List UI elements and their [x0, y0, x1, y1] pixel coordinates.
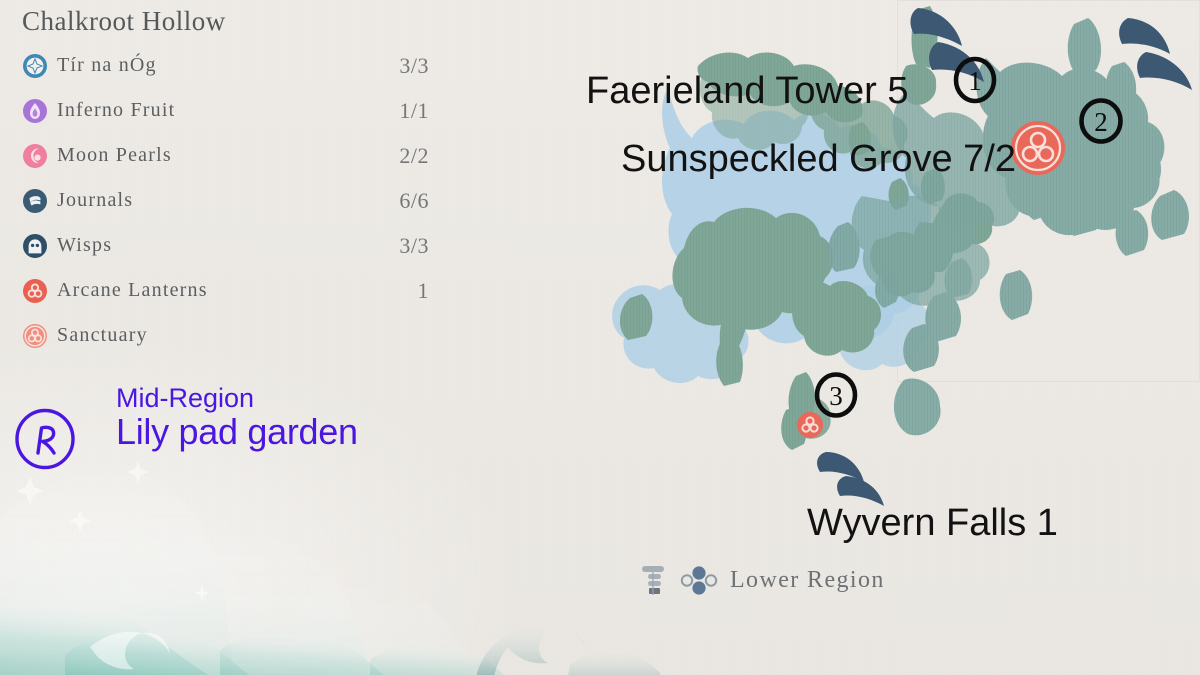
- annotation-line-2: Lily pad garden: [116, 410, 358, 452]
- list-item-count: 2/2: [399, 142, 429, 168]
- map-legend: Lower Region: [640, 563, 885, 597]
- screen-root: Chalkroot Hollow Tír na nÓg 3/3 Inferno …: [0, 0, 1200, 675]
- map-label-wyvern-falls: Wyvern Falls 1: [807, 502, 1058, 544]
- list-item[interactable]: Moon Pearls 2/2: [18, 133, 438, 178]
- annotation-line-1: Mid-Region: [116, 383, 255, 413]
- marker-number: 1: [968, 66, 982, 96]
- list-item-count: 6/6: [399, 187, 429, 213]
- list-item-count: 3/3: [399, 232, 429, 258]
- list-item-label: Journals: [57, 189, 134, 211]
- map-legend-label: Lower Region: [730, 566, 885, 593]
- circled-number-marker-3: 3: [814, 372, 858, 418]
- list-item[interactable]: Arcane Lanterns 1: [18, 268, 438, 313]
- list-item-label: Sanctuary: [57, 324, 148, 346]
- list-item-count: 1/1: [399, 97, 429, 123]
- sanctuary-marker-right: [1011, 121, 1065, 175]
- inferno-fruit-icon: [23, 98, 47, 123]
- list-item-count: 3/3: [399, 52, 429, 78]
- list-item[interactable]: Sanctuary: [18, 313, 438, 358]
- wave-decoration: [0, 461, 660, 675]
- list-item-label: Arcane Lanterns: [57, 279, 208, 301]
- wisps-icon: [23, 233, 47, 258]
- list-item[interactable]: Journals 6/6: [18, 178, 438, 223]
- page-title: Chalkroot Hollow: [22, 6, 226, 36]
- tir-na-nog-icon: [23, 53, 47, 78]
- circled-number-marker-1: 1: [953, 56, 997, 104]
- list-item-label: Wisps: [57, 234, 113, 256]
- list-item-count: 1: [417, 277, 429, 303]
- sanctuary-icon: [23, 323, 47, 348]
- marker-number: 3: [829, 381, 843, 411]
- marker-number: 2: [1094, 107, 1108, 137]
- moon-pearls-icon: [23, 143, 47, 168]
- arcane-lanterns-icon: [23, 278, 47, 303]
- stairs-icon: [642, 566, 664, 595]
- circled-number-marker-2: 2: [1079, 98, 1123, 144]
- annotation-badge-r: [15, 408, 75, 470]
- map-label-sunspeckled-grove: Sunspeckled Grove 7/2: [621, 138, 1017, 180]
- list-item[interactable]: Inferno Fruit 1/1: [18, 88, 438, 133]
- list-item[interactable]: Tír na nÓg 3/3: [18, 43, 438, 88]
- four-dot-diamond-icon: [680, 566, 718, 595]
- list-item-label: Moon Pearls: [57, 144, 172, 166]
- collection-panel: Chalkroot Hollow Tír na nÓg 3/3 Inferno …: [18, 6, 438, 358]
- list-item[interactable]: Wisps 3/3: [18, 223, 438, 268]
- journals-icon: [23, 188, 47, 213]
- list-item-label: Inferno Fruit: [57, 99, 176, 121]
- annotation-text: Mid-Region Lily pad garden: [116, 384, 358, 451]
- map-label-faerieland-tower: Faerieland Tower 5: [586, 70, 909, 112]
- list-item-label: Tír na nÓg: [57, 54, 157, 76]
